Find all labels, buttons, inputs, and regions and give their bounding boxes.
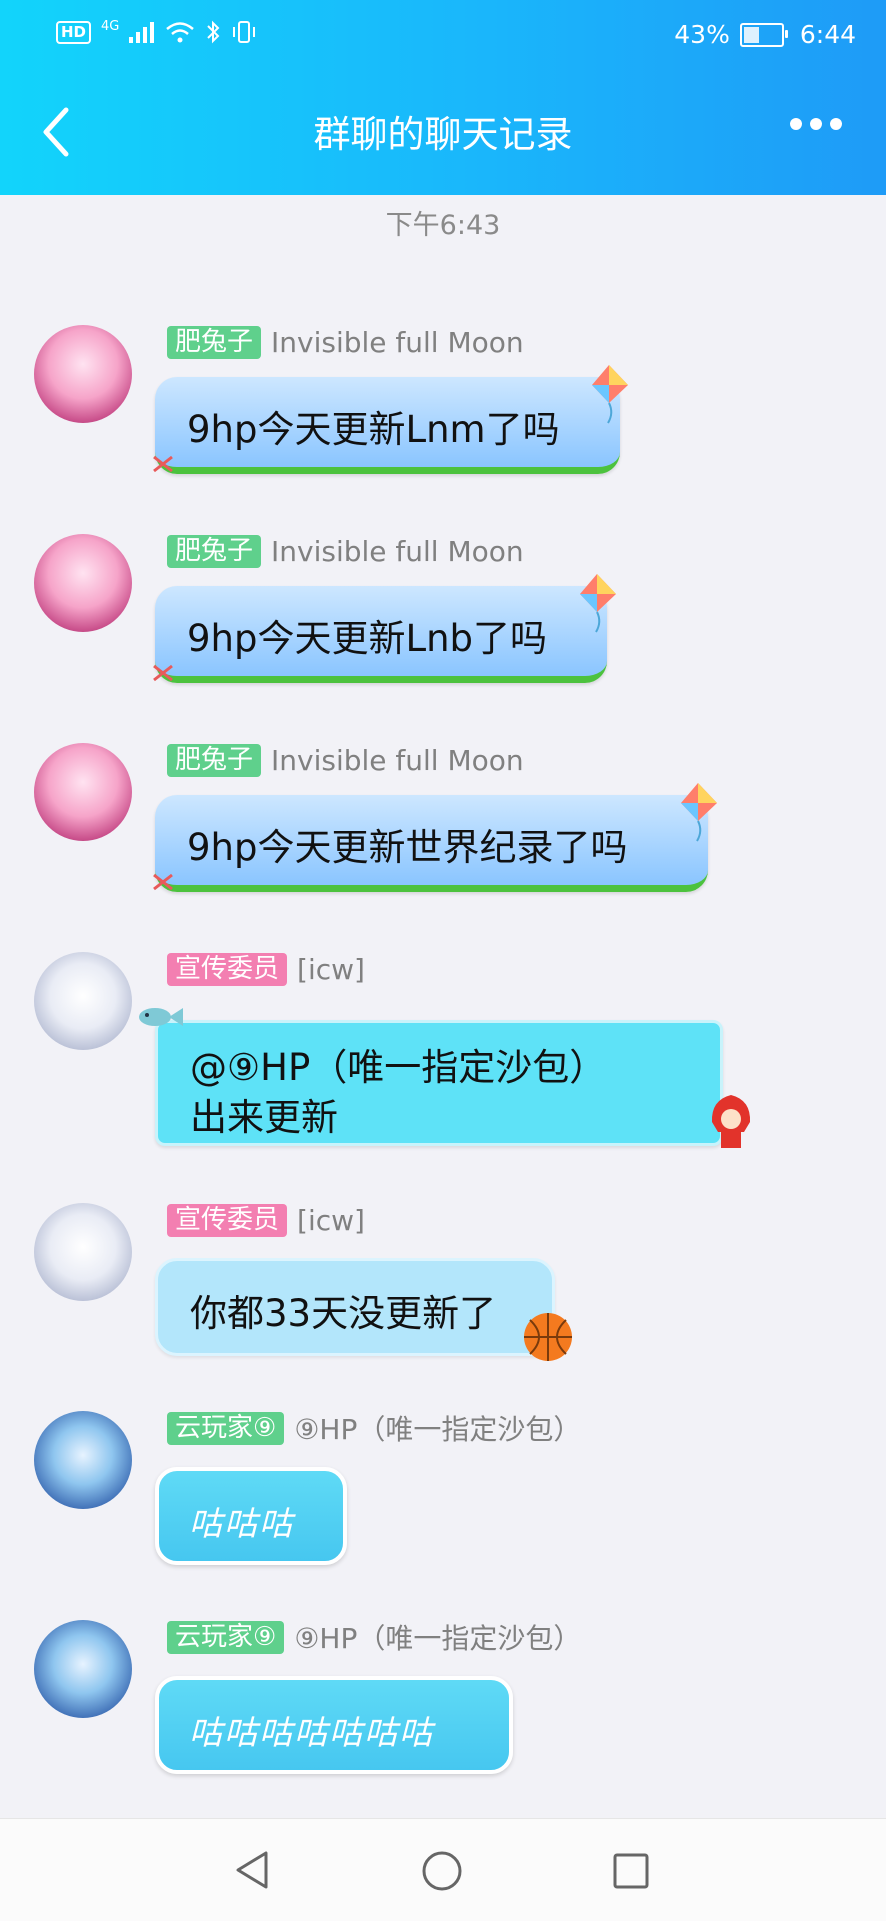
message-bubble[interactable]: 你都33天没更新了 — [155, 1258, 555, 1356]
avatar[interactable] — [34, 1411, 132, 1509]
message-bubble[interactable]: @⑨HP（唯一指定沙包） 出来更新 — [155, 1020, 723, 1146]
sender-nickname: Invisible full Moon — [271, 743, 524, 777]
ribbon-icon — [153, 664, 173, 682]
message-text: 9hp今天更新世界纪录了吗 — [187, 826, 628, 869]
fish-icon — [139, 1008, 183, 1026]
sender-nickname: [icw] — [297, 952, 365, 986]
message-text: 9hp今天更新Lnm了吗 — [187, 408, 560, 451]
navbar: 群聊的聊天记录 — [0, 74, 886, 195]
avatar[interactable] — [34, 743, 132, 841]
network-label: 4G — [101, 18, 120, 34]
status-bar: HD 4G 43% 6:44 — [0, 0, 886, 74]
more-icon[interactable] — [790, 118, 842, 130]
sender-nickname: Invisible full Moon — [271, 325, 524, 359]
avatar[interactable] — [34, 1203, 132, 1301]
sender-nickname: ⑨HP（唯一指定沙包） — [294, 1413, 582, 1446]
message-text-line2: 出来更新 — [190, 1096, 338, 1139]
kite-icon — [681, 783, 717, 842]
avatar[interactable] — [34, 325, 132, 423]
red-hood-icon — [711, 1095, 751, 1148]
avatar[interactable] — [34, 952, 132, 1050]
header: HD 4G 43% 6:44 群聊的聊天记录 — [0, 0, 886, 195]
sender-nickname: [icw] — [297, 1203, 365, 1237]
avatar[interactable] — [34, 1620, 132, 1718]
ribbon-icon — [153, 455, 173, 473]
basketball-icon — [524, 1313, 572, 1361]
wifi-icon — [166, 22, 195, 43]
message-bubble[interactable]: 9hp今天更新Lnm了吗 — [155, 377, 620, 474]
member-tag: 肥兔子 — [167, 534, 262, 568]
hd-icon: HD — [56, 20, 92, 44]
nav-home-icon[interactable] — [421, 1850, 463, 1892]
member-tag: 云玩家⑨ — [167, 1620, 285, 1654]
system-nav-bar — [0, 1818, 886, 1921]
sender-nickname: ⑨HP（唯一指定沙包） — [294, 1622, 582, 1655]
clock: 6:44 — [799, 20, 856, 49]
bluetooth-icon — [207, 20, 220, 44]
message-bubble[interactable]: 咕咕咕 — [155, 1467, 347, 1565]
member-tag: 肥兔子 — [167, 743, 262, 777]
ribbon-icon — [153, 873, 173, 891]
message-text-line1: @⑨HP（唯一指定沙包） — [190, 1046, 607, 1089]
kite-icon — [580, 574, 616, 633]
vibrate-icon — [233, 21, 256, 43]
message-text: 你都33天没更新了 — [190, 1292, 497, 1335]
member-tag: 宣传委员 — [167, 952, 288, 986]
signal-icon — [129, 22, 155, 43]
kite-icon — [592, 365, 628, 424]
message-text: 9hp今天更新Lnb了吗 — [187, 617, 548, 660]
member-tag: 宣传委员 — [167, 1203, 288, 1237]
member-tag: 云玩家⑨ — [167, 1411, 285, 1445]
sender-nickname: Invisible full Moon — [271, 534, 524, 568]
time-divider: 下午6:43 — [385, 210, 501, 241]
nav-recents-icon[interactable] — [612, 1852, 650, 1890]
battery-percent: 43% — [674, 20, 730, 49]
avatar[interactable] — [34, 534, 132, 632]
battery-icon — [739, 22, 788, 47]
message-bubble[interactable]: 9hp今天更新Lnb了吗 — [155, 586, 607, 683]
message-bubble[interactable]: 9hp今天更新世界纪录了吗 — [155, 795, 708, 892]
message-bubble[interactable]: 咕咕咕咕咕咕咕 — [155, 1676, 513, 1774]
nav-back-icon[interactable] — [232, 1849, 272, 1891]
message-text: 咕咕咕咕咕咕咕 — [189, 1713, 434, 1752]
member-tag: 肥兔子 — [167, 325, 262, 359]
page-title: 群聊的聊天记录 — [313, 113, 573, 156]
message-text: 咕咕咕 — [189, 1504, 294, 1543]
